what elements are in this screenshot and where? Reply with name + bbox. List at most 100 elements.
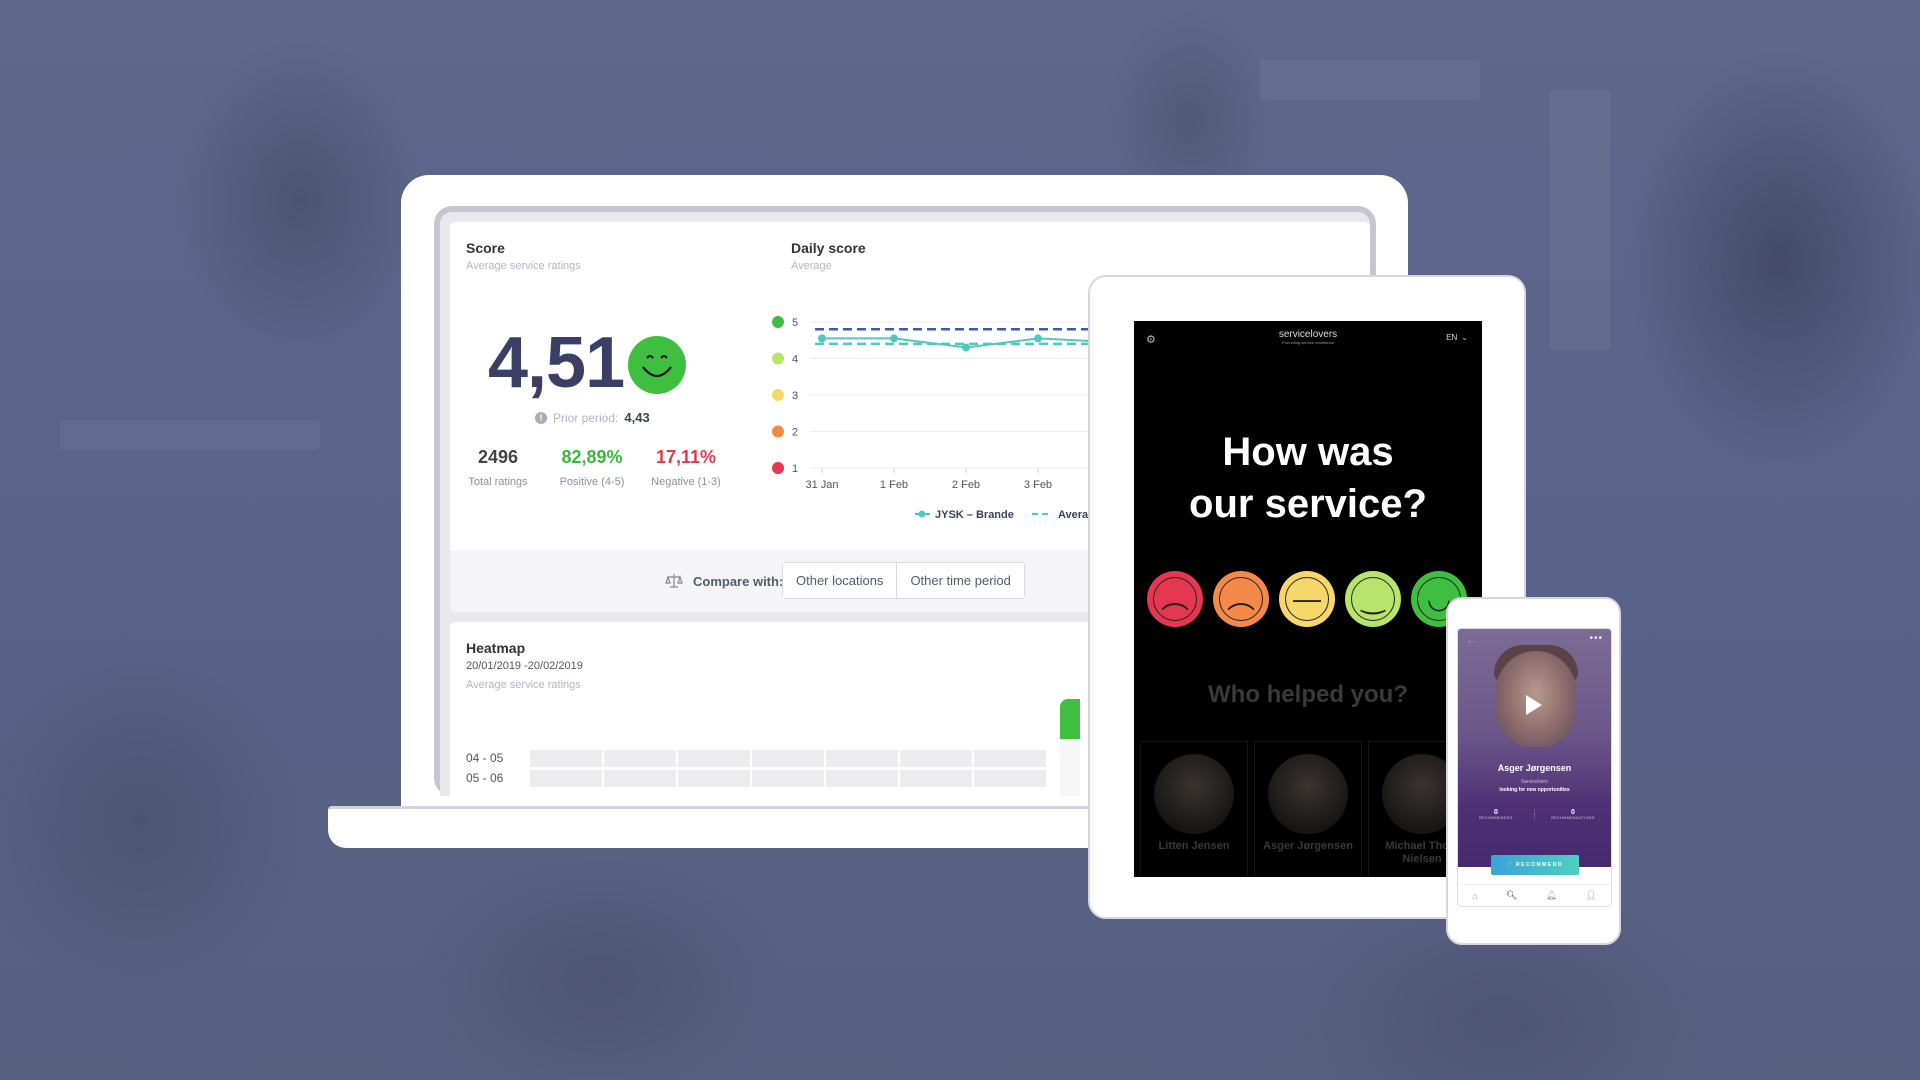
y-tick-label: 4 <box>792 354 798 366</box>
daily-score-title: Daily score <box>791 240 866 256</box>
stat-value: 17,11% <box>655 447 717 467</box>
scale-icon <box>665 574 683 588</box>
who-helped-heading: Who helped you? <box>1208 681 1408 708</box>
legend-label: JYSK – Brande <box>935 509 1014 521</box>
heatmap-cell[interactable] <box>826 770 898 787</box>
heatmap-cell[interactable] <box>752 750 824 767</box>
home-icon[interactable]: ⌂ <box>1472 891 1477 901</box>
chevron-down-icon: ⌄ <box>1461 333 1468 342</box>
language-selector[interactable]: EN ⌄ <box>1446 333 1468 342</box>
heatmap-cell[interactable] <box>974 750 1046 767</box>
stat-recommendations: 0 RECOMMENDATIONS <box>1534 809 1611 820</box>
score-subtitle: Average service ratings <box>466 260 581 272</box>
compare-label: Compare with: <box>693 573 784 589</box>
stat-negative: 17,11% Negative (1-3) <box>641 447 731 488</box>
y-tick-label: 3 <box>792 390 798 402</box>
stat-label: RECOMMENDED <box>1479 816 1513 820</box>
face-mouth: ︵ <box>1160 583 1189 614</box>
profile-icon[interactable]: 👤︎ <box>1585 890 1596 901</box>
survey-screen: ⚙ servicelovers Promoting service excell… <box>1134 321 1482 877</box>
phone-frame: ← ••• Asger Jørgensen Servicehero lookin… <box>1446 597 1621 945</box>
recommend-button[interactable]: ♡ RECOMMEND <box>1491 855 1579 875</box>
survey-question-line1: How was <box>1222 430 1394 474</box>
laptop-base <box>328 806 1208 848</box>
happy-face-icon[interactable]: ‿ <box>1345 571 1401 627</box>
stat-label: Total ratings <box>468 476 528 488</box>
heatmap-date-range: 20/01/2019 -20/02/2019 <box>466 660 583 672</box>
heatmap-legend-track <box>1060 739 1080 796</box>
stat-positive: 82,89% Positive (4-5) <box>547 447 637 488</box>
heatmap-row <box>530 770 1046 787</box>
stat-label: Positive (4-5) <box>559 476 625 488</box>
score-title: Score <box>466 240 505 256</box>
heatmap-cell[interactable] <box>752 770 824 787</box>
very-sad-face-icon[interactable]: ︵ <box>1147 571 1203 627</box>
bell-icon[interactable]: 🔔︎ <box>1546 890 1557 901</box>
staff-card[interactable]: Asger Jørgensen <box>1254 741 1362 877</box>
heatmap-row-label: 05 - 06 <box>466 771 504 785</box>
profile-hero: ← ••• Asger Jørgensen Servicehero lookin… <box>1458 629 1611 867</box>
x-tick-label: 1 Feb <box>880 479 908 491</box>
profile-status: looking for new opportunities <box>1499 787 1570 793</box>
stat-value: 2496 <box>477 447 519 467</box>
heatmap-cell[interactable] <box>604 770 676 787</box>
compare-other-locations-button[interactable]: Other locations <box>783 563 897 598</box>
avatar <box>1154 754 1234 834</box>
staff-card[interactable]: Litten Jensen <box>1140 741 1248 877</box>
profile-name: Asger Jørgensen <box>1497 763 1572 773</box>
average-score: 4,51 <box>488 323 625 403</box>
neutral-face-icon[interactable]: — <box>1279 571 1335 627</box>
prior-period: ! Prior period: 4,43 <box>535 410 650 425</box>
compare-other-time-period-button[interactable]: Other time period <box>896 563 1024 598</box>
profile-role: Servicehero <box>1521 779 1548 785</box>
heatmap-cell[interactable] <box>604 750 676 767</box>
heatmap-cell[interactable] <box>900 750 972 767</box>
stat-total-ratings: 2496 Total ratings <box>453 447 543 488</box>
heatmap-cell[interactable] <box>974 770 1046 787</box>
compare-options: Other locations Other time period <box>782 562 1025 599</box>
recommend-label: RECOMMEND <box>1516 862 1563 868</box>
stat-recommended: 0 RECOMMENDED <box>1458 809 1534 820</box>
data-point <box>818 334 826 343</box>
happy-face-icon <box>772 352 784 365</box>
heatmap-cell[interactable] <box>530 770 602 787</box>
heatmap-row-label: 04 - 05 <box>466 751 504 765</box>
heatmap-cell[interactable] <box>678 750 750 767</box>
x-tick-label: 31 Jan <box>805 479 838 491</box>
very-sad-face-icon <box>772 462 784 474</box>
prior-label: Prior period: <box>553 410 619 425</box>
profile-stats: 0 RECOMMENDED 0 RECOMMENDATIONS <box>1458 809 1611 820</box>
daily-score-subtitle: Average <box>791 260 832 272</box>
sad-face-icon[interactable]: ︵ <box>1213 571 1269 627</box>
heatmap-title: Heatmap <box>466 640 526 656</box>
search-icon[interactable]: 🔍︎ <box>1506 890 1517 901</box>
back-arrow-icon[interactable]: ← <box>1466 635 1476 646</box>
stat-label: RECOMMENDATIONS <box>1551 816 1595 820</box>
legend-label: Avera <box>1058 509 1089 521</box>
heatmap-legend-bar <box>1060 699 1080 739</box>
heatmap-cell[interactable] <box>826 750 898 767</box>
face-mouth: — <box>1293 583 1321 614</box>
heatmap-cell[interactable] <box>530 750 602 767</box>
heatmap-subtitle: Average service ratings <box>466 679 581 691</box>
data-point <box>890 334 898 343</box>
prior-value: 4,43 <box>624 410 650 425</box>
y-tick-label: 1 <box>792 463 798 475</box>
heatmap-cell[interactable] <box>900 770 972 787</box>
brand-name: servicelovers <box>1278 329 1338 340</box>
stat-value: 0 <box>1494 809 1498 816</box>
more-icon[interactable]: ••• <box>1589 633 1603 644</box>
bottom-nav: ⌂ 🔍︎ 🔔︎ 👤︎ <box>1458 884 1611 906</box>
very-happy-face-icon <box>628 336 686 394</box>
profile-screen: ← ••• Asger Jørgensen Servicehero lookin… <box>1457 628 1612 907</box>
staff-name: Litten Jensen <box>1158 840 1230 852</box>
language-value: EN <box>1446 333 1458 342</box>
legend-marker <box>918 510 926 518</box>
heatmap-cell[interactable] <box>678 770 750 787</box>
y-tick-label: 5 <box>792 317 798 329</box>
face-mouth: ︵ <box>1226 583 1255 614</box>
play-icon[interactable] <box>1526 695 1542 715</box>
very-happy-face-icon <box>772 316 784 328</box>
survey-question-line2: our service? <box>1189 482 1427 526</box>
staff-list: Litten Jensen Asger Jørgensen Michael Th… <box>1140 741 1476 877</box>
